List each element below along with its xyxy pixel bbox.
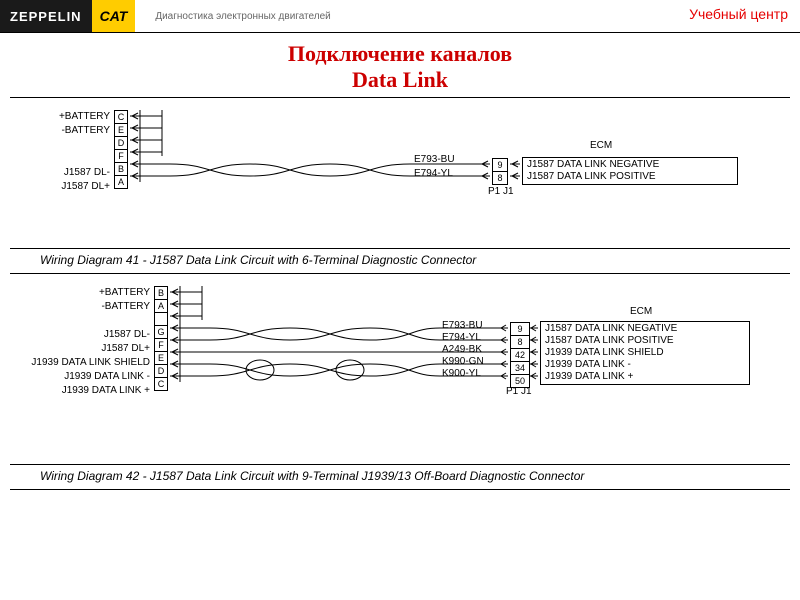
wire2-e794: E794-YL	[442, 332, 481, 343]
divider-bottom-2	[10, 489, 790, 490]
p1-j1-label-2: P1 J1	[506, 386, 532, 397]
ecm-label: ECM	[590, 140, 612, 151]
zeppelin-logo: ZEPPELIN	[0, 0, 92, 32]
pin-block-p1-2: 9 8 42 34 50	[510, 322, 530, 388]
p1-j1-label: P1 J1	[488, 186, 514, 197]
pin-block-p1: 9 8	[492, 158, 508, 185]
document-subtitle: Диагностика электронных двигателей	[155, 11, 330, 22]
wire2-a249: A249-BK	[442, 344, 482, 355]
wire2-k990: K990-GN	[442, 356, 484, 367]
title-line-1: Подключение каналов	[288, 41, 512, 66]
wire-e793: E793-BU	[414, 154, 455, 165]
header-bar: ZEPPELIN CAT Диагностика электронных дви…	[0, 0, 800, 33]
caption-42: Wiring Diagram 42 - J1587 Data Link Circ…	[40, 469, 800, 483]
divider-top	[10, 97, 790, 98]
title-line-2: Data Link	[352, 67, 448, 92]
divider-mid-2	[10, 273, 790, 274]
page-title: Подключение каналов Data Link	[0, 41, 800, 93]
divider-mid-1	[10, 248, 790, 249]
ecm-box-2: J1587 DATA LINK NEGATIVE J1587 DATA LINK…	[540, 321, 750, 385]
wire-e794: E794-YL	[414, 168, 453, 179]
training-center-label: Учебный центр	[689, 6, 788, 22]
wire2-e793: E793-BU	[442, 320, 483, 331]
wire2-k900: K900-YL	[442, 368, 481, 379]
wiring-diagram-41: +BATTERY -BATTERY J1587 DL- J1587 DL+ C …	[10, 104, 790, 244]
ecm-box: J1587 DATA LINK NEGATIVE J1587 DATA LINK…	[522, 157, 738, 185]
divider-bottom-1	[10, 464, 790, 465]
caption-41: Wiring Diagram 41 - J1587 Data Link Circ…	[40, 253, 800, 267]
cat-logo: CAT	[92, 0, 136, 32]
ecm-label-2: ECM	[630, 306, 652, 317]
wiring-diagram-42: +BATTERY -BATTERY J1587 DL- J1587 DL+ J1…	[10, 280, 790, 460]
